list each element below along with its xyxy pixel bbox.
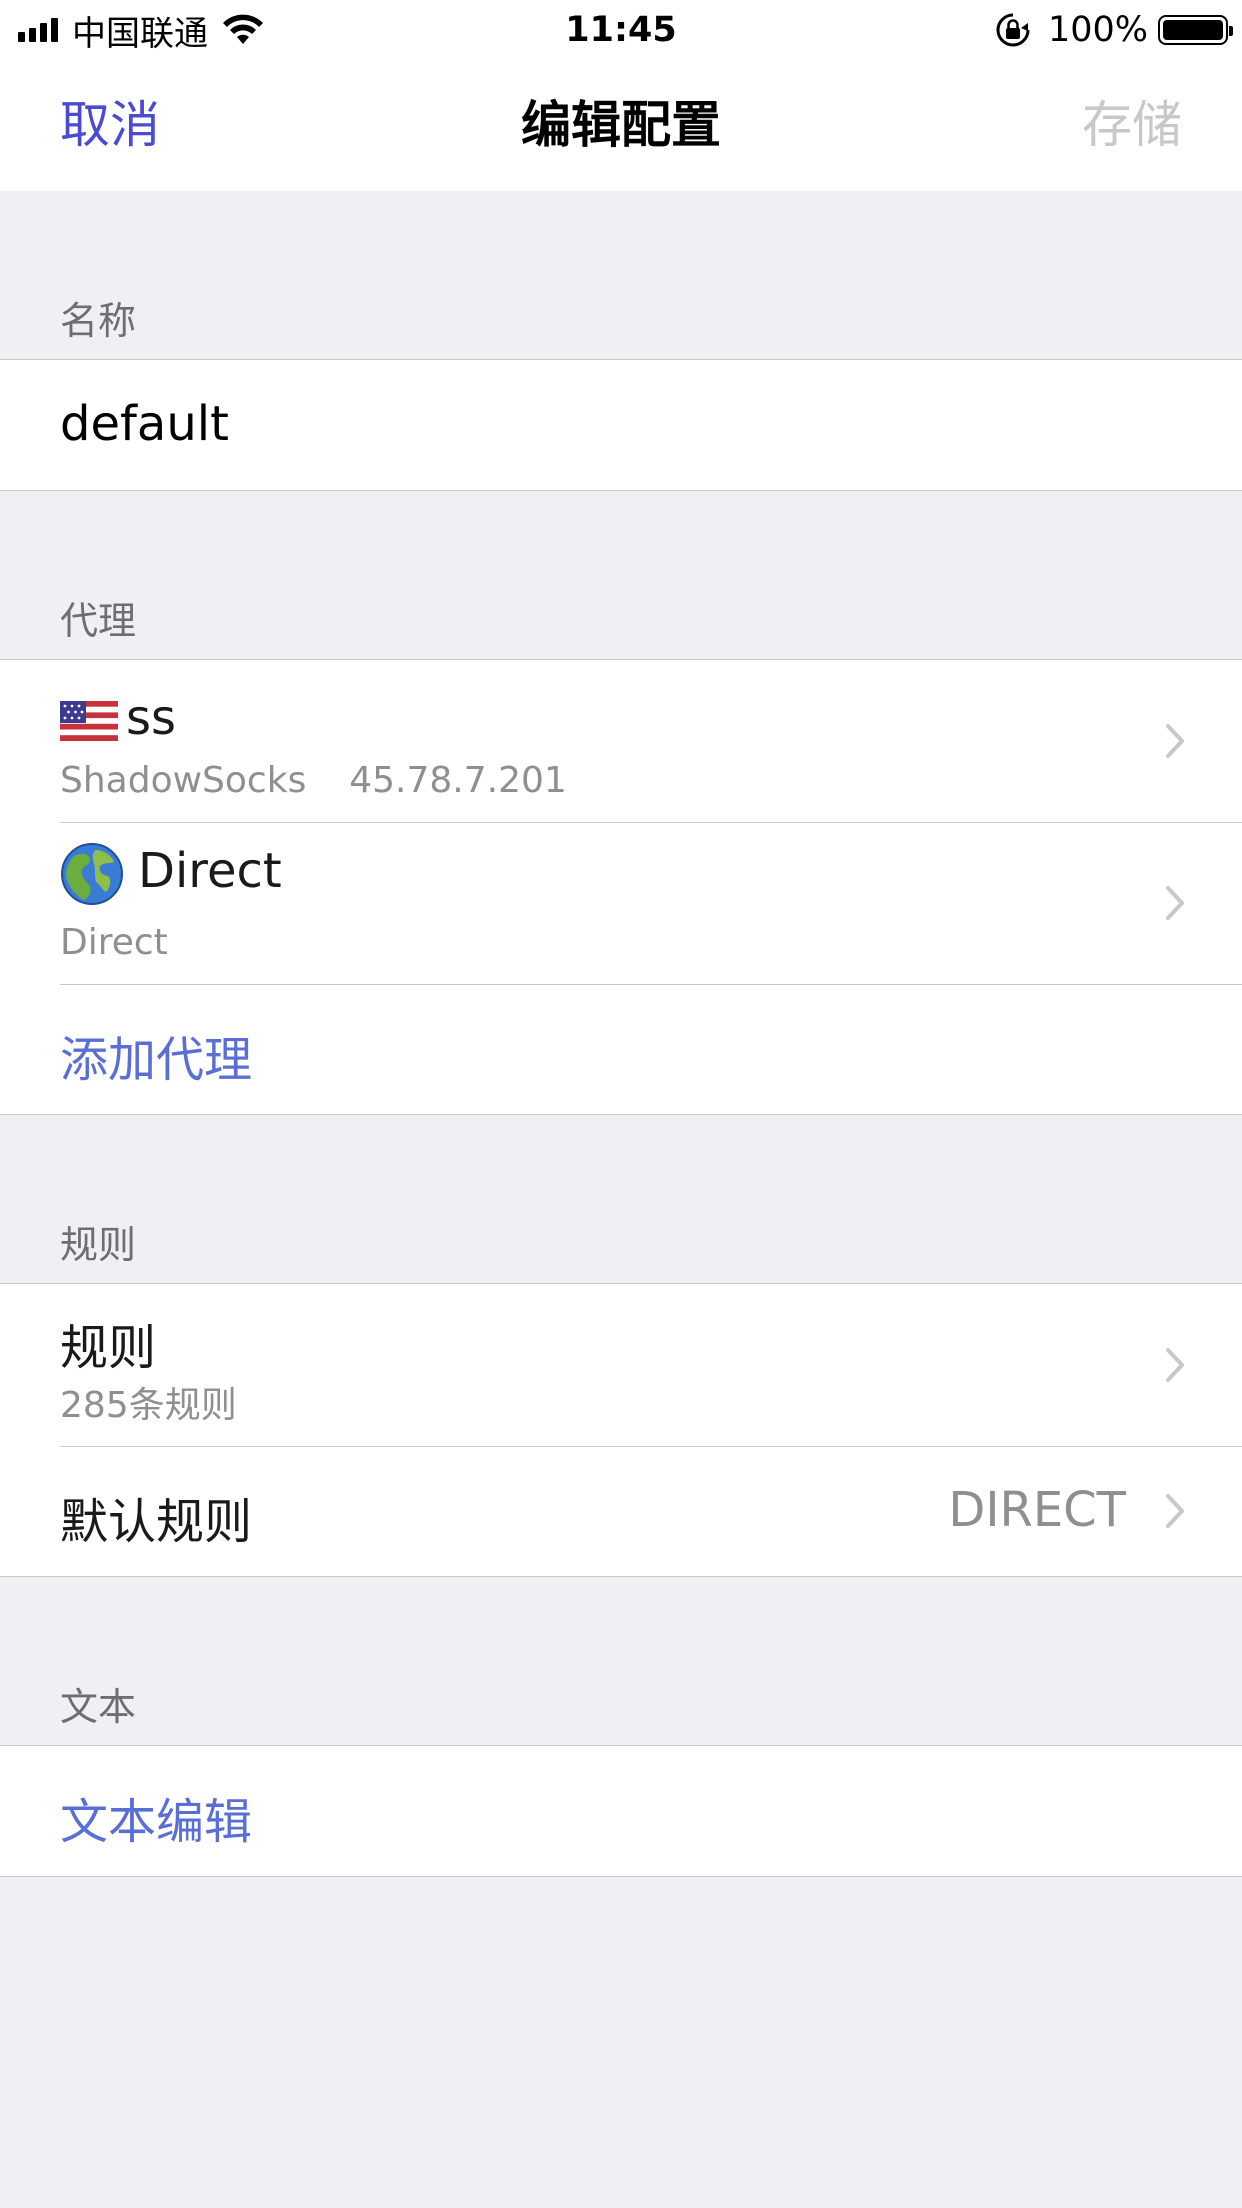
page-title: 编辑配置 [521,96,721,154]
battery-cap [1229,26,1233,36]
globe-icon [61,843,123,905]
battery-fill [1163,20,1223,40]
section-header-proxy: 代理 [60,599,137,643]
battery-percent: 100% [1047,10,1148,50]
navigation-bar: 取消 编辑配置 存储 [0,60,1242,191]
chevron-right-icon [1166,724,1184,758]
add-proxy-button[interactable]: 添加代理 [60,1020,252,1090]
section-header-name: 名称 [60,299,137,343]
proxy-detail-ss: ShadowSocks 45.78.7.201 [60,760,567,801]
rules-row[interactable]: 规则 285条规则 [0,1284,1242,1446]
text-edit-button[interactable]: 文本编辑 [60,1782,252,1852]
battery-icon [1158,15,1233,45]
proxy-item-direct[interactable]: Direct Direct [0,822,1242,984]
us-flag-icon [60,701,118,741]
text-edit-row[interactable]: 文本编辑 [0,1746,1242,1876]
name-group: default [0,359,1242,491]
save-button[interactable]: 存储 [1082,60,1182,191]
rules-title: 规则 [60,1320,157,1376]
add-proxy-row[interactable]: 添加代理 [0,984,1242,1114]
proxy-detail-direct: Direct [60,922,168,963]
proxy-group: ss ShadowSocks 45.78.7.201 Direct Direct… [0,659,1242,1115]
chevron-right-icon [1166,1494,1184,1528]
proxy-title-direct: Direct [60,842,282,906]
proxy-address: 45.78.7.201 [349,760,567,801]
rotation-lock-icon [996,13,1030,47]
default-rule-value: DIRECT [948,1482,1126,1538]
name-row[interactable]: default [0,360,1242,490]
proxy-name-direct: Direct [138,843,282,899]
status-bar: 中国联通 11:45 100% [0,0,1242,60]
proxy-title-ss: ss [60,690,176,746]
status-right: 100% [994,0,1233,60]
section-header-text: 文本 [60,1685,137,1729]
rules-count: 285条规则 [60,1385,237,1426]
default-rule-label: 默认规则 [60,1494,253,1550]
proxy-name-ss: ss [126,690,177,746]
text-group: 文本编辑 [0,1745,1242,1877]
chevron-right-icon [1166,1348,1184,1382]
default-rule-row[interactable]: 默认规则 DIRECT [0,1446,1242,1576]
section-header-rules: 规则 [60,1223,137,1267]
name-value[interactable]: default [60,396,229,452]
proxy-item-ss[interactable]: ss ShadowSocks 45.78.7.201 [0,660,1242,822]
proxy-type: ShadowSocks [60,760,307,801]
rules-group: 规则 285条规则 默认规则 DIRECT [0,1283,1242,1577]
chevron-right-icon [1166,886,1184,920]
